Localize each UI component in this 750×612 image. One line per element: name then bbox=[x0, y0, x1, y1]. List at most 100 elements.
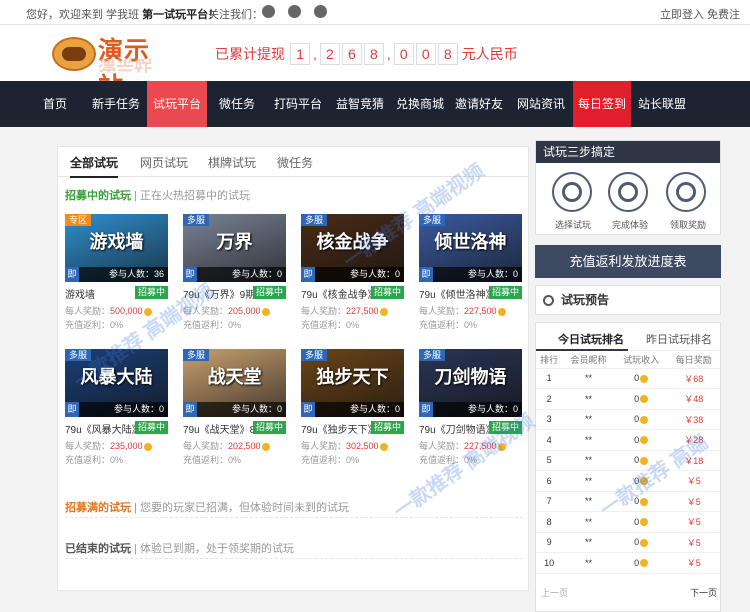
tab-web[interactable]: 网页试玩 bbox=[140, 154, 188, 171]
game-card[interactable]: 风暴大陆 多服 参与人数：0 即 79u《风暴大陆》4期 招募中 每人奖励：23… bbox=[65, 349, 168, 465]
game-name[interactable]: 游戏墙 bbox=[65, 286, 95, 301]
recruiting-badge: 招募中 bbox=[252, 421, 286, 434]
game-image[interactable]: 战天堂 多服 参与人数：0 即 bbox=[183, 349, 286, 417]
nav-item[interactable]: 新手任务 bbox=[88, 81, 144, 127]
next-page[interactable]: 下一页 bbox=[690, 586, 717, 599]
instant-badge: 即 bbox=[65, 402, 79, 417]
total-withdrawn: 已累计提现 1 , 2 6 8 , 0 0 8 元人民币 bbox=[215, 43, 518, 65]
game-card[interactable]: 战天堂 多服 参与人数：0 即 79u《战天堂》8期 招募中 每人奖励：202,… bbox=[183, 349, 286, 465]
nav-item[interactable]: 打码平台 bbox=[268, 81, 328, 127]
coin-icon bbox=[640, 497, 649, 506]
players-count: 参与人数：0 bbox=[419, 402, 522, 417]
recharge-rebate: 充值返利：0% bbox=[301, 320, 360, 330]
game-card[interactable]: 独步天下 多服 参与人数：0 即 79u《独步天下》24期 招募中 每人奖励：3… bbox=[301, 349, 404, 465]
nav-item[interactable]: 站长联盟 bbox=[634, 81, 690, 127]
nav-item[interactable]: 益智竞猜 bbox=[330, 81, 390, 127]
nav-item[interactable]: 试玩平台 bbox=[147, 81, 207, 127]
tab-micro[interactable]: 微任务 bbox=[277, 154, 313, 171]
rss-icon bbox=[543, 295, 554, 306]
reward-per-person: 每人奖励：202,500 bbox=[183, 439, 270, 452]
mascot-icon bbox=[52, 37, 96, 71]
prev-page[interactable]: 上一页 bbox=[541, 588, 568, 598]
recruiting-badge: 招募中 bbox=[488, 286, 522, 299]
game-image[interactable]: 风暴大陆 多服 参与人数：0 即 bbox=[65, 349, 168, 417]
instant-badge: 即 bbox=[301, 267, 315, 282]
coin-icon bbox=[640, 518, 649, 527]
ranking-table: 排行 会员昵称 试玩收入 每日奖励 1 ** 0 ￥68 2 ** 0 ￥48 3 ** 0 ￥38 4 ** 0… bbox=[536, 351, 720, 574]
tab-chess[interactable]: 棋牌试玩 bbox=[208, 154, 256, 171]
game-card[interactable]: 万界 多服 参与人数：0 即 79u《万界》9期 招募中 每人奖励：205,00… bbox=[183, 214, 286, 330]
game-card[interactable]: 核金战争 多服 参与人数：0 即 79u《核金战争》5期 招募中 每人奖励：22… bbox=[301, 214, 404, 330]
login-link[interactable]: 立即登入 bbox=[660, 6, 704, 22]
tab-all[interactable]: 全部试玩 bbox=[70, 154, 119, 178]
nav-item[interactable]: 网站资讯 bbox=[512, 81, 570, 127]
game-tag: 多服 bbox=[183, 349, 210, 361]
recharge-rebate: 充值返利：0% bbox=[419, 320, 478, 330]
wechat-icon[interactable] bbox=[314, 5, 327, 18]
recharge-rebate: 充值返利：0% bbox=[183, 455, 242, 465]
recruiting-heading: 招募中的试玩 | 正在火热招募中的试玩 bbox=[65, 190, 250, 202]
nav-item[interactable]: 首页 bbox=[30, 81, 80, 127]
game-tag: 多服 bbox=[419, 349, 446, 361]
money-icon bbox=[666, 172, 706, 212]
game-image-title: 倾世洛神 bbox=[434, 232, 507, 252]
search-icon bbox=[552, 172, 592, 212]
players-count: 参与人数：0 bbox=[301, 402, 404, 417]
tencent-icon[interactable] bbox=[288, 5, 301, 18]
tab-yesterday-rank[interactable]: 昨日试玩排名 bbox=[646, 331, 712, 347]
table-row: 10 ** 0 ￥5 bbox=[536, 552, 720, 574]
coin-icon bbox=[640, 456, 649, 465]
game-card[interactable]: 倾世洛神 多服 参与人数：0 即 79u《倾世洛神》17期 招募中 每人奖励：2… bbox=[419, 214, 522, 330]
table-row: 3 ** 0 ￥38 bbox=[536, 409, 720, 430]
players-count: 参与人数：0 bbox=[65, 402, 168, 417]
coin-icon bbox=[143, 442, 152, 451]
tab-today-rank[interactable]: 今日试玩排名 bbox=[558, 331, 624, 347]
game-image[interactable]: 独步天下 多服 参与人数：0 即 bbox=[301, 349, 404, 417]
game-tag: 多服 bbox=[419, 214, 446, 226]
coin-icon bbox=[261, 307, 270, 316]
players-count: 参与人数：0 bbox=[183, 402, 286, 417]
reward-per-person: 每人奖励：227,500 bbox=[301, 304, 388, 317]
game-tag: 多服 bbox=[301, 349, 328, 361]
game-tag: 多服 bbox=[183, 214, 210, 226]
nav-item[interactable]: 兑换商城 bbox=[390, 81, 450, 127]
nav-item[interactable]: 每日签到 bbox=[573, 81, 631, 127]
game-image[interactable]: 核金战争 多服 参与人数：0 即 bbox=[301, 214, 404, 282]
game-image-title: 风暴大陆 bbox=[80, 367, 153, 387]
game-image[interactable]: 倾世洛神 多服 参与人数：0 即 bbox=[419, 214, 522, 282]
instant-badge: 即 bbox=[65, 267, 79, 282]
digit: 6 bbox=[341, 43, 362, 65]
game-image-title: 刀剑物语 bbox=[434, 367, 507, 387]
recharge-rebate: 充值返利：0% bbox=[65, 455, 124, 465]
steps-box: 试玩三步搞定 选择试玩 完成体验 领取奖励 bbox=[535, 140, 721, 235]
game-name[interactable]: 79u《万界》9期 bbox=[183, 286, 255, 301]
instant-badge: 即 bbox=[419, 402, 433, 417]
game-image-title: 独步天下 bbox=[316, 367, 389, 387]
recruiting-badge: 招募中 bbox=[370, 421, 404, 434]
top-bar: 您好，欢迎来到 学我班 第一试玩平台！ 关注我们： 立即登入 免费注册 bbox=[0, 0, 750, 37]
players-count: 参与人数：36 bbox=[65, 267, 168, 282]
weibo-icon[interactable] bbox=[262, 5, 275, 18]
digit: 1 bbox=[290, 43, 310, 65]
recharge-rebate: 充值返利：0% bbox=[301, 455, 360, 465]
recruiting-badge: 招募中 bbox=[488, 421, 522, 434]
game-image[interactable]: 游戏墙 专区 参与人数：36 即 bbox=[65, 214, 168, 282]
nav-item[interactable]: 微任务 bbox=[212, 81, 262, 127]
welcome-text: 您好，欢迎来到 学我班 第一试玩平台！ bbox=[26, 9, 220, 21]
players-count: 参与人数：0 bbox=[419, 267, 522, 282]
game-image[interactable]: 万界 多服 参与人数：0 即 bbox=[183, 214, 286, 282]
reward-per-person: 每人奖励：302,500 bbox=[301, 439, 388, 452]
digit: 0 bbox=[415, 43, 436, 65]
game-image[interactable]: 刀剑物语 多服 参与人数：0 即 bbox=[419, 349, 522, 417]
nav-item[interactable]: 邀请好友 bbox=[450, 81, 508, 127]
ended-heading: 已结束的试玩 | 体验已到期，处于领奖期的试玩 bbox=[65, 543, 294, 555]
reward-per-person: 每人奖励：235,000 bbox=[65, 439, 152, 452]
game-card[interactable]: 刀剑物语 多服 参与人数：0 即 79u《刀剑物语》1期 招募中 每人奖励：22… bbox=[419, 349, 522, 465]
main-nav: 首页 新手任务 试玩平台 微任务 打码平台 益智竞猜 兑换商城 邀请好友 网站资讯 每日签到 站长联… bbox=[0, 81, 750, 127]
site-logo[interactable]: 演示站 演示站 bbox=[52, 29, 172, 101]
step-label: 领取奖励 bbox=[670, 220, 707, 230]
rebate-progress-button[interactable]: 充值返利发放进度表 bbox=[535, 245, 721, 278]
game-card[interactable]: 游戏墙 专区 参与人数：36 即 游戏墙 招募中 每人奖励：500,000 充值… bbox=[65, 214, 168, 330]
game-image-title: 战天堂 bbox=[207, 367, 262, 387]
instant-badge: 即 bbox=[183, 267, 197, 282]
